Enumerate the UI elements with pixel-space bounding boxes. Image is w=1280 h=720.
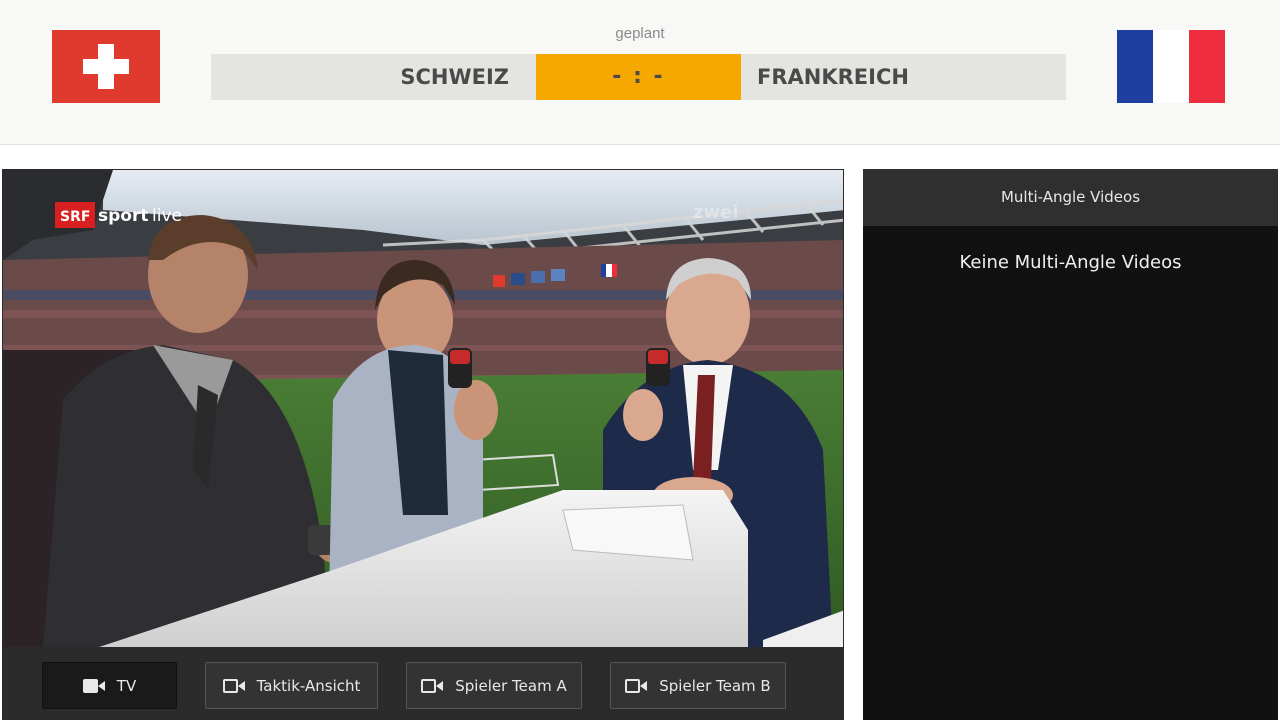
camera-button-label: Taktik-Ansicht <box>256 676 361 695</box>
video-frame-image: SRF sport live zwei <box>3 170 843 647</box>
french-flag-icon <box>1117 30 1225 103</box>
video-camera-icon <box>222 678 245 693</box>
camera-button-tv[interactable]: TV <box>42 662 177 709</box>
video-camera-icon <box>625 678 648 693</box>
video-stream[interactable]: SRF sport live zwei <box>2 169 844 648</box>
live-logo-text: live <box>152 206 182 226</box>
multi-angle-panel: Multi-Angle Videos Keine Multi-Angle Vid… <box>863 169 1278 720</box>
multi-angle-empty-message: Keine Multi-Angle Videos <box>959 252 1182 273</box>
home-team-name: SCHWEIZ <box>400 65 509 89</box>
match-header: geplant SCHWEIZ - : - FRANKREICH <box>0 0 1280 145</box>
video-camera-icon <box>421 678 444 693</box>
srf-logo-text: SRF <box>60 209 90 225</box>
score-display: - : - <box>536 54 741 100</box>
match-status: geplant <box>615 25 665 42</box>
camera-button-label: Spieler Team A <box>455 676 567 695</box>
video-player: SRF sport live zwei TV Taktik-Ansicht Sp… <box>2 169 844 720</box>
away-team-name: FRANKREICH <box>757 65 909 89</box>
zwei-watermark: zwei <box>693 202 738 223</box>
camera-button-team-a[interactable]: Spieler Team A <box>406 662 582 709</box>
scoreboard: SCHWEIZ - : - FRANKREICH <box>211 54 1066 100</box>
camera-button-label: Spieler Team B <box>659 676 771 695</box>
camera-button-label: TV <box>116 676 137 695</box>
multi-angle-title: Multi-Angle Videos <box>863 169 1278 226</box>
camera-controls: TV Taktik-Ansicht Spieler Team A Spieler… <box>2 648 844 720</box>
camera-button-team-b[interactable]: Spieler Team B <box>610 662 786 709</box>
camera-button-taktik[interactable]: Taktik-Ansicht <box>205 662 378 709</box>
video-camera-icon <box>82 678 105 693</box>
sport-logo-text: sport <box>98 206 148 226</box>
